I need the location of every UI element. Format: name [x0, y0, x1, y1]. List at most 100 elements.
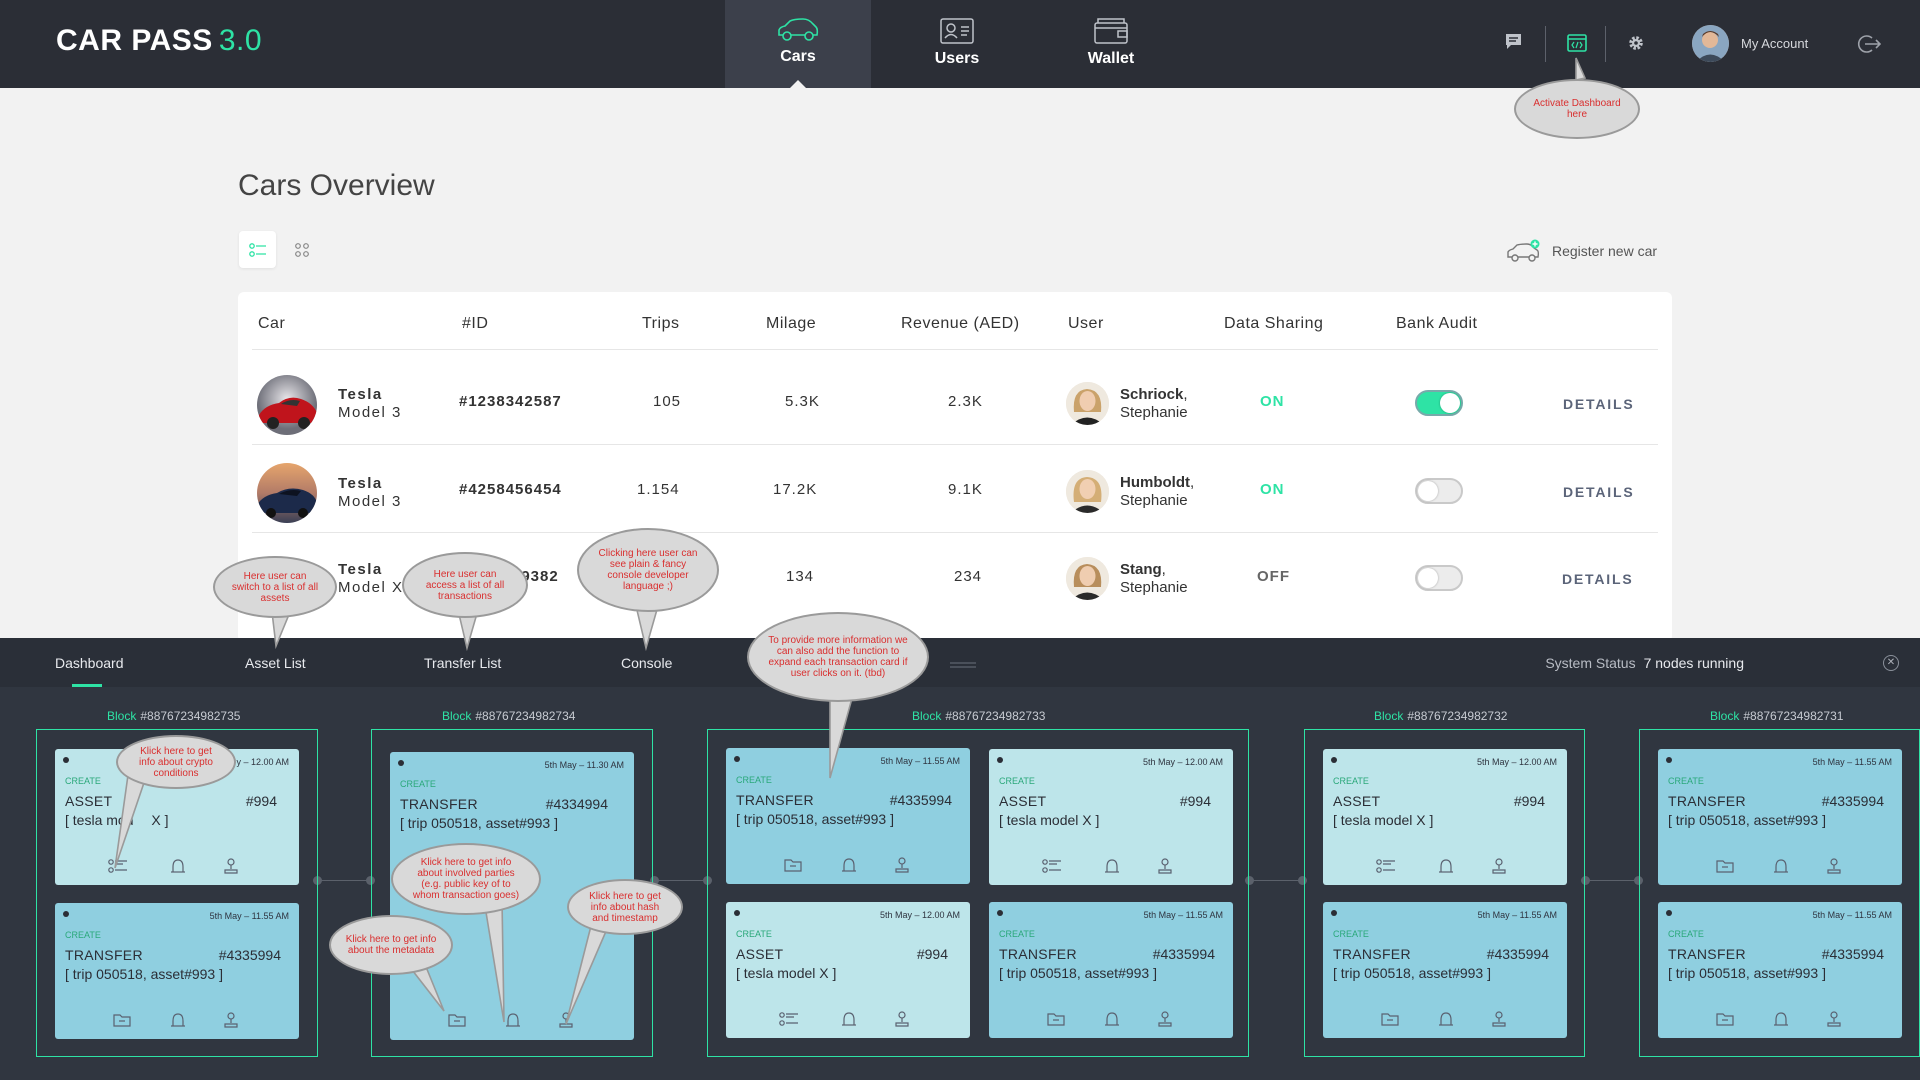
card-title: TRANSFER: [400, 796, 478, 812]
parties-icon[interactable]: [841, 1011, 857, 1027]
col-header-revenue[interactable]: Revenue (AED): [901, 315, 1020, 333]
app-logo[interactable]: CAR PASS 3.0: [56, 24, 262, 58]
crypto-conditions-icon[interactable]: [779, 1011, 799, 1027]
parties-icon[interactable]: [1104, 1011, 1120, 1027]
card-number: #4334994: [545, 796, 608, 812]
card-status-dot: [398, 760, 404, 766]
parties-icon[interactable]: [1104, 858, 1120, 874]
grid-view-button[interactable]: [283, 231, 320, 268]
transaction-card[interactable]: 5th May – 11.55 AM CREATE TRANSFER #4335…: [55, 903, 299, 1039]
card-status-dot: [997, 910, 1003, 916]
bank-audit-toggle[interactable]: [1415, 390, 1463, 416]
chat-icon[interactable]: [1505, 33, 1522, 50]
wallet-icon: [1094, 18, 1128, 44]
parties-icon[interactable]: [170, 858, 186, 874]
annotation-metadata: Klick here to get info about the metadat…: [329, 915, 453, 975]
parties-icon[interactable]: [841, 857, 857, 873]
card-title: TRANSFER: [1333, 946, 1411, 962]
metadata-icon[interactable]: [1716, 1011, 1734, 1027]
hash-timestamp-icon[interactable]: [1825, 1011, 1843, 1027]
bank-audit-toggle[interactable]: [1415, 565, 1463, 591]
details-link[interactable]: DETAILS: [1562, 571, 1633, 587]
block-header: Block #88767234982731: [1710, 709, 1844, 723]
metadata-icon[interactable]: [784, 857, 802, 873]
col-header-car[interactable]: Car: [258, 315, 285, 333]
parties-icon[interactable]: [1773, 858, 1789, 874]
crypto-conditions-icon[interactable]: [1376, 858, 1396, 874]
col-header-user[interactable]: User: [1068, 315, 1104, 333]
card-status-dot: [63, 757, 69, 763]
close-dashboard-button[interactable]: ✕: [1883, 655, 1899, 671]
metadata-icon[interactable]: [1047, 1011, 1065, 1027]
logout-icon[interactable]: [1857, 34, 1881, 54]
car-milage: 5.3K: [785, 393, 820, 410]
parties-icon[interactable]: [1773, 1011, 1789, 1027]
callout-pointer: [483, 899, 505, 1023]
chain-link: [318, 880, 370, 881]
card-status-dot: [1331, 757, 1337, 763]
col-header-bank-audit[interactable]: Bank Audit: [1396, 315, 1478, 333]
transaction-card[interactable]: 5th May – 12.00 AM CREATE ASSET #994 [ t…: [989, 749, 1233, 885]
transaction-card[interactable]: 5th May – 12.00 AM CREATE ASSET #994 [ t…: [726, 902, 970, 1038]
hash-timestamp-icon[interactable]: [222, 858, 240, 874]
transaction-card[interactable]: 5th May – 11.55 AM CREATE TRANSFER #4335…: [1323, 902, 1567, 1038]
tab-transfer-list[interactable]: Transfer List: [424, 655, 501, 671]
metadata-icon[interactable]: [1381, 1011, 1399, 1027]
col-header-trips[interactable]: Trips: [642, 315, 679, 333]
card-status-dot: [734, 910, 740, 916]
crypto-conditions-icon[interactable]: [1042, 858, 1062, 874]
hash-timestamp-icon[interactable]: [1490, 858, 1508, 874]
register-new-car-button[interactable]: Register new car: [1506, 239, 1657, 263]
hash-timestamp-icon[interactable]: [1156, 1011, 1174, 1027]
data-sharing-status: ON: [1260, 393, 1285, 410]
parties-icon[interactable]: [1438, 1011, 1454, 1027]
car-trips: 1.154: [637, 481, 680, 498]
annotation-parties: Klick here to get info about involved pa…: [391, 843, 541, 915]
transaction-card[interactable]: 5th May – 11.55 AM CREATE TRANSFER #4335…: [989, 902, 1233, 1038]
hash-timestamp-icon[interactable]: [893, 1011, 911, 1027]
card-subtitle: [ trip 050518, asset#993 ]: [736, 811, 894, 827]
hash-timestamp-icon[interactable]: [893, 857, 911, 873]
bank-audit-toggle[interactable]: [1415, 478, 1463, 504]
col-header-id[interactable]: #ID: [462, 315, 488, 333]
metadata-icon[interactable]: [1716, 858, 1734, 874]
col-header-milage[interactable]: Milage: [766, 315, 816, 333]
grid-view-icon: [294, 242, 309, 257]
transaction-card[interactable]: 5th May – 11.55 AM CREATE TRANSFER #4335…: [1658, 749, 1902, 885]
annotation-crypto-conditions: Klick here to get info about crypto cond…: [116, 735, 236, 789]
dashboard-console-icon[interactable]: [1567, 34, 1587, 52]
card-title: ASSET: [1333, 793, 1381, 809]
col-header-data-sharing[interactable]: Data Sharing: [1224, 315, 1323, 333]
transaction-card[interactable]: 5th May – 11.55 AM CREATE TRANSFER #4335…: [1658, 902, 1902, 1038]
tab-asset-list[interactable]: Asset List: [245, 655, 306, 671]
metadata-icon[interactable]: [113, 1012, 131, 1028]
drag-handle[interactable]: [950, 662, 976, 664]
parties-icon[interactable]: [170, 1012, 186, 1028]
card-number: #4335994: [218, 947, 281, 963]
details-link[interactable]: DETAILS: [1563, 484, 1634, 500]
nav-tab-users[interactable]: Users: [884, 0, 1030, 88]
hash-timestamp-icon[interactable]: [1156, 858, 1174, 874]
card-date: 5th May – 11.55 AM: [1477, 910, 1557, 920]
card-kind: CREATE: [736, 929, 772, 939]
tab-console[interactable]: Console: [621, 655, 672, 671]
hash-timestamp-icon[interactable]: [222, 1012, 240, 1028]
card-kind: CREATE: [1333, 776, 1369, 786]
hash-timestamp-icon[interactable]: [1490, 1011, 1508, 1027]
parties-icon[interactable]: [1438, 858, 1454, 874]
avatar[interactable]: [1692, 25, 1729, 62]
nav-tab-cars[interactable]: Cars: [725, 0, 871, 89]
list-view-button[interactable]: [239, 231, 276, 268]
car-revenue: 2.3K: [948, 393, 983, 410]
gear-icon[interactable]: [1627, 34, 1645, 52]
tab-dashboard[interactable]: Dashboard: [55, 655, 124, 671]
transaction-card[interactable]: 5th May – 12.00 AM CREATE ASSET #994 [ t…: [1323, 749, 1567, 885]
details-link[interactable]: DETAILS: [1563, 396, 1634, 412]
card-status-dot: [997, 757, 1003, 763]
my-account-link[interactable]: My Account: [1741, 36, 1808, 51]
nav-tab-wallet[interactable]: Wallet: [1038, 0, 1184, 88]
chain-link: [1584, 880, 1639, 881]
card-title: TRANSFER: [736, 792, 814, 808]
hash-timestamp-icon[interactable]: [1825, 858, 1843, 874]
card-title: ASSET: [999, 793, 1047, 809]
